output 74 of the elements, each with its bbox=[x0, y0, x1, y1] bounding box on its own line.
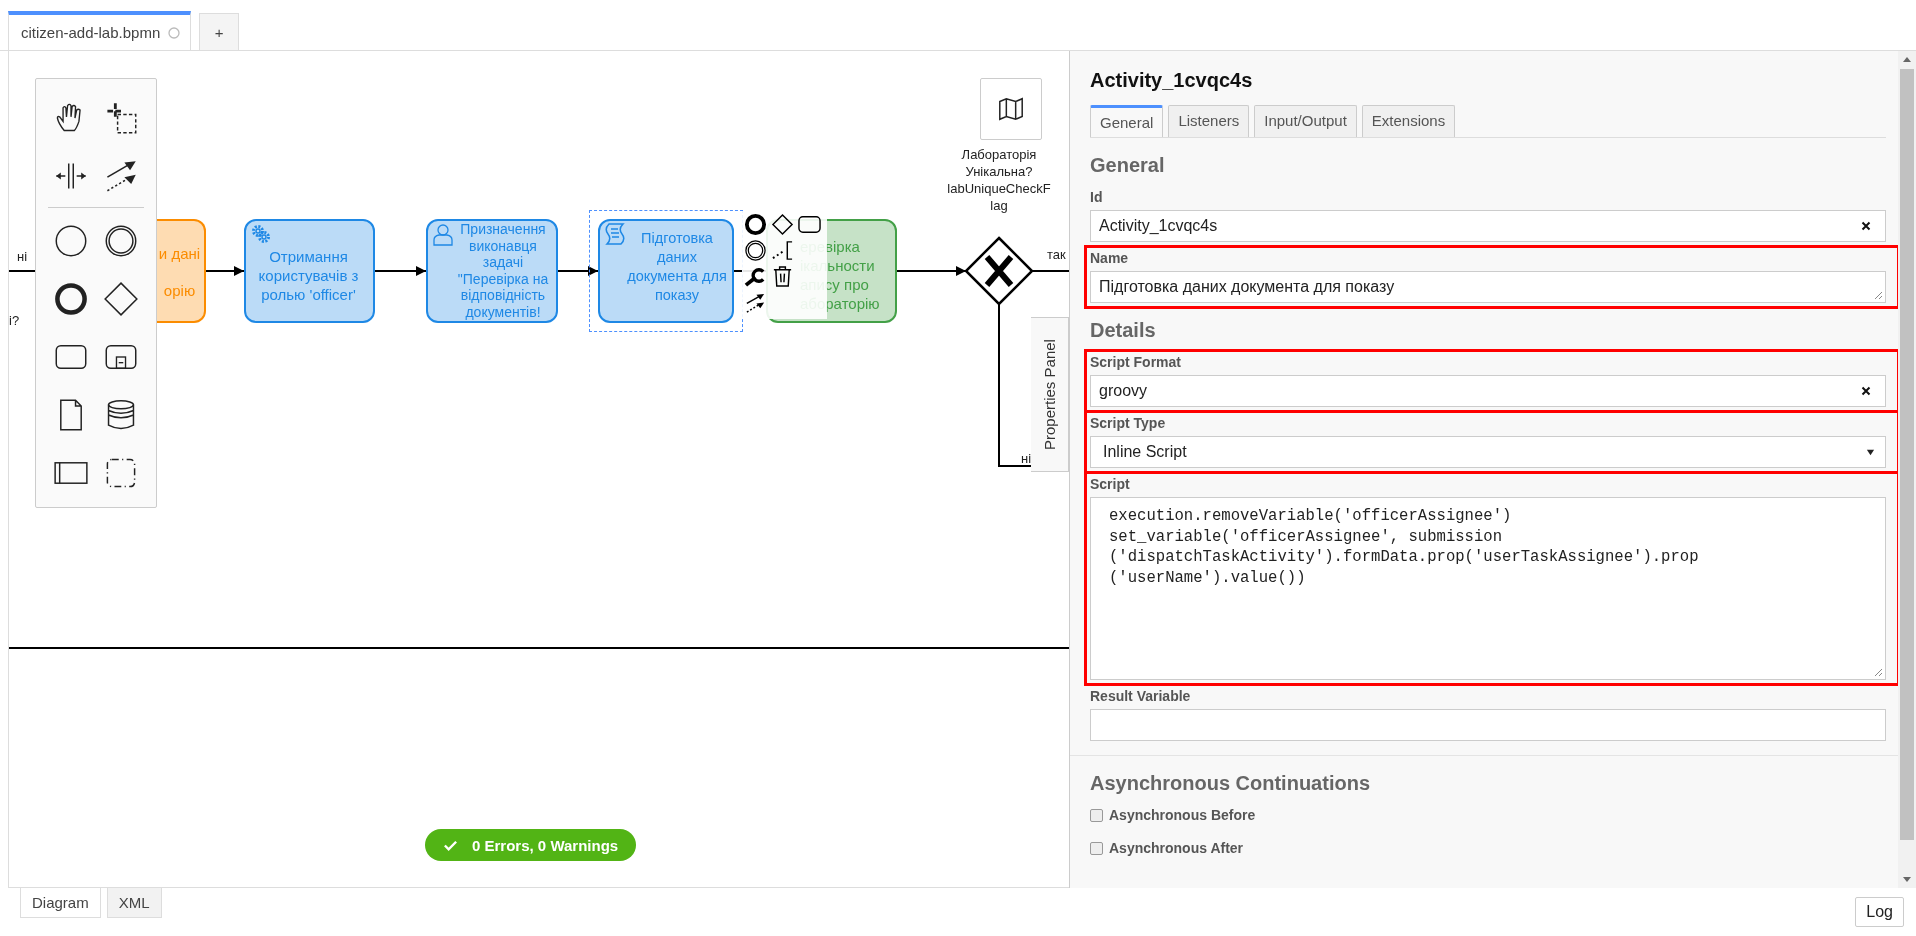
field-label: Script Format bbox=[1090, 354, 1182, 370]
flow-label: ні bbox=[1021, 451, 1032, 466]
map-button[interactable] bbox=[980, 78, 1042, 140]
scrollbar[interactable] bbox=[1898, 51, 1916, 888]
field-label: Id bbox=[1090, 189, 1104, 205]
field-label: Result Variable bbox=[1090, 688, 1192, 704]
trash-icon[interactable] bbox=[771, 265, 794, 288]
element-title: Activity_1cvqc4s bbox=[1090, 69, 1254, 92]
checkbox-label: Asynchronous Before bbox=[1109, 807, 1256, 823]
script-icon bbox=[603, 222, 627, 246]
scroll-up-icon[interactable] bbox=[1902, 55, 1912, 65]
log-button[interactable]: Log bbox=[1855, 897, 1904, 927]
task-label: Підготовка даних документа для показу bbox=[626, 229, 728, 305]
sequence-flow bbox=[557, 266, 599, 276]
text-field[interactable]: Activity_1cvqc4s bbox=[1090, 210, 1886, 242]
clear-icon[interactable] bbox=[1861, 221, 1871, 231]
section-heading: Asynchronous Continuations bbox=[1090, 772, 1371, 795]
checkbox-label: Asynchronous After bbox=[1109, 840, 1244, 856]
field-label: Name bbox=[1090, 250, 1130, 266]
gateway-label: Лабораторія Унікальна? labUniqueCheckF lag bbox=[946, 146, 1052, 214]
person-icon bbox=[431, 222, 455, 246]
task-label: Отримання користувачів з ролью 'officer' bbox=[257, 247, 360, 304]
end-event-icon[interactable] bbox=[744, 213, 767, 236]
task-label: Призначення виконавця задачі "Перевірка на відповідність документів! bbox=[456, 221, 550, 320]
flow-label: так bbox=[1047, 247, 1066, 262]
intermediate-event-icon[interactable] bbox=[744, 239, 767, 262]
flow-label: ні bbox=[17, 249, 28, 264]
properties-tab[interactable]: Extensions bbox=[1361, 105, 1456, 137]
text-field[interactable] bbox=[1090, 709, 1886, 741]
connect-icon[interactable] bbox=[744, 291, 767, 314]
properties-panel-toggle[interactable]: Properties Panel bbox=[1031, 317, 1069, 472]
wrench-icon[interactable] bbox=[744, 265, 767, 288]
checkbox[interactable] bbox=[1090, 841, 1103, 855]
properties-tab[interactable]: General bbox=[1090, 105, 1164, 137]
gear-icon bbox=[249, 222, 273, 246]
dropdown-caret-icon bbox=[1866, 447, 1875, 457]
script-editor[interactable]: execution.removeVariable('officerAssignee') set_variable('officerAssignee', submission ('dispatchTaskActivity').formData.prop('userTaskAssignee').prop ('userName').value()) bbox=[1090, 497, 1886, 680]
task-label: и дані орію bbox=[157, 244, 202, 301]
gateway-icon[interactable] bbox=[771, 213, 794, 236]
view-tab[interactable]: Diagram bbox=[20, 888, 101, 918]
field-label: Script bbox=[1090, 476, 1131, 492]
resize-handle-icon[interactable] bbox=[1873, 290, 1883, 300]
sequence-flow bbox=[896, 266, 967, 276]
view-tab[interactable]: XML bbox=[106, 888, 162, 918]
section-heading: General bbox=[1090, 154, 1166, 177]
scroll-down-icon[interactable] bbox=[1902, 874, 1912, 884]
validation-text: 0 Errors, 0 Warnings bbox=[472, 836, 619, 854]
group-icon[interactable] bbox=[104, 456, 138, 490]
resize-handle-icon[interactable] bbox=[1873, 667, 1883, 677]
script-text: execution.removeVariable('officerAssignee') set_variable('officerAssignee', submission ('dispatchTaskActivity').formData.prop('userTaskAssignee').prop ('userName').value()) bbox=[1109, 506, 1699, 588]
sequence-flow bbox=[205, 266, 245, 276]
field-label: Script Type bbox=[1090, 415, 1167, 431]
annotation-icon[interactable] bbox=[771, 239, 794, 262]
task-icon[interactable] bbox=[798, 213, 821, 236]
properties-tab[interactable]: Input/Output bbox=[1254, 105, 1357, 137]
checkbox[interactable] bbox=[1090, 808, 1103, 822]
connect-tool-icon[interactable] bbox=[104, 159, 138, 193]
start-event-icon[interactable] bbox=[54, 224, 88, 258]
clear-icon[interactable] bbox=[1861, 386, 1871, 396]
end-event-icon[interactable] bbox=[54, 282, 88, 316]
intermediate-event-icon[interactable] bbox=[104, 224, 138, 258]
file-tab[interactable]: citizen-add-lab.bpmn bbox=[8, 11, 192, 50]
section-heading: Details bbox=[1090, 319, 1157, 342]
text-area[interactable]: Підготовка даних документа для показу bbox=[1090, 271, 1886, 303]
scrollbar-thumb[interactable] bbox=[1900, 69, 1914, 840]
lasso-tool-icon[interactable] bbox=[104, 101, 138, 135]
map-icon bbox=[997, 95, 1025, 123]
text-field[interactable]: groovy bbox=[1090, 375, 1886, 407]
properties-tab[interactable]: Listeners bbox=[1168, 105, 1250, 137]
gateway-icon[interactable] bbox=[104, 282, 138, 316]
flow-label: і? bbox=[9, 313, 20, 328]
sequence-flow bbox=[374, 266, 427, 276]
select-field[interactable]: Inline Script bbox=[1090, 436, 1886, 468]
file-tab[interactable]: + bbox=[199, 13, 240, 50]
